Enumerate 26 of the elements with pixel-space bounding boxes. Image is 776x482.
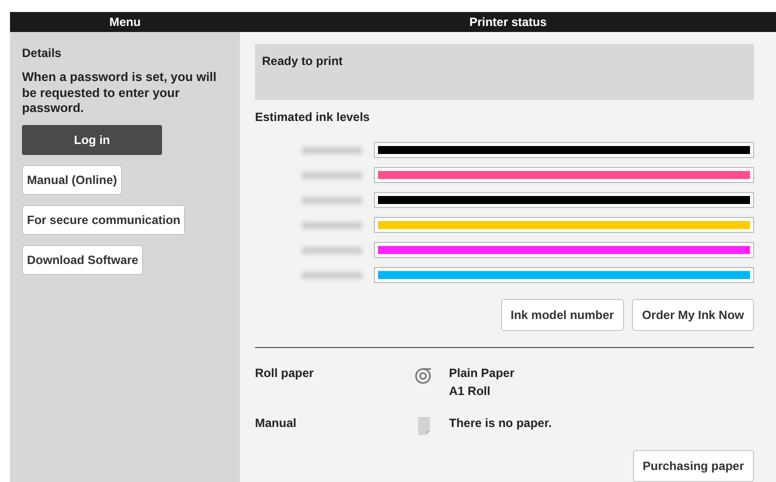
purchasing-paper-button[interactable]: Purchasing paper <box>632 450 754 482</box>
blurred-label <box>302 146 362 154</box>
ink-button[interactable]: Ink model number <box>500 299 624 331</box>
paper-info: A1 Roll <box>449 383 492 400</box>
menu-button[interactable]: For secure communication <box>22 204 186 235</box>
ink-button[interactable]: Order My Ink Now <box>632 299 754 331</box>
blurred-label <box>302 172 362 178</box>
blurred-label <box>302 222 362 228</box>
blurred-label <box>302 246 362 254</box>
paper-roll-icon <box>415 366 433 386</box>
page-title: Printer status <box>468 14 548 31</box>
paper-source-label: Roll paper <box>255 365 315 382</box>
blurred-label <box>302 196 362 204</box>
paper-source-label: Manual <box>255 415 298 432</box>
menu-button[interactable]: Manual (Online) <box>22 164 122 195</box>
blurred-label <box>302 272 362 278</box>
section-heading: Details <box>22 45 62 62</box>
section-heading: Estimated ink levels <box>255 109 371 126</box>
paper-sheet-icon <box>415 416 433 436</box>
login-button[interactable]: Log in <box>22 124 162 155</box>
status-message: Ready to print <box>262 54 343 68</box>
password-note: When a password is set, you will be requested to enter your password. <box>22 70 218 117</box>
paper-info: Plain Paper <box>449 365 514 382</box>
menu-title: Menu <box>108 14 142 31</box>
menu-button[interactable]: Download Software <box>22 244 144 275</box>
paper-info: There is no paper. <box>449 415 552 432</box>
